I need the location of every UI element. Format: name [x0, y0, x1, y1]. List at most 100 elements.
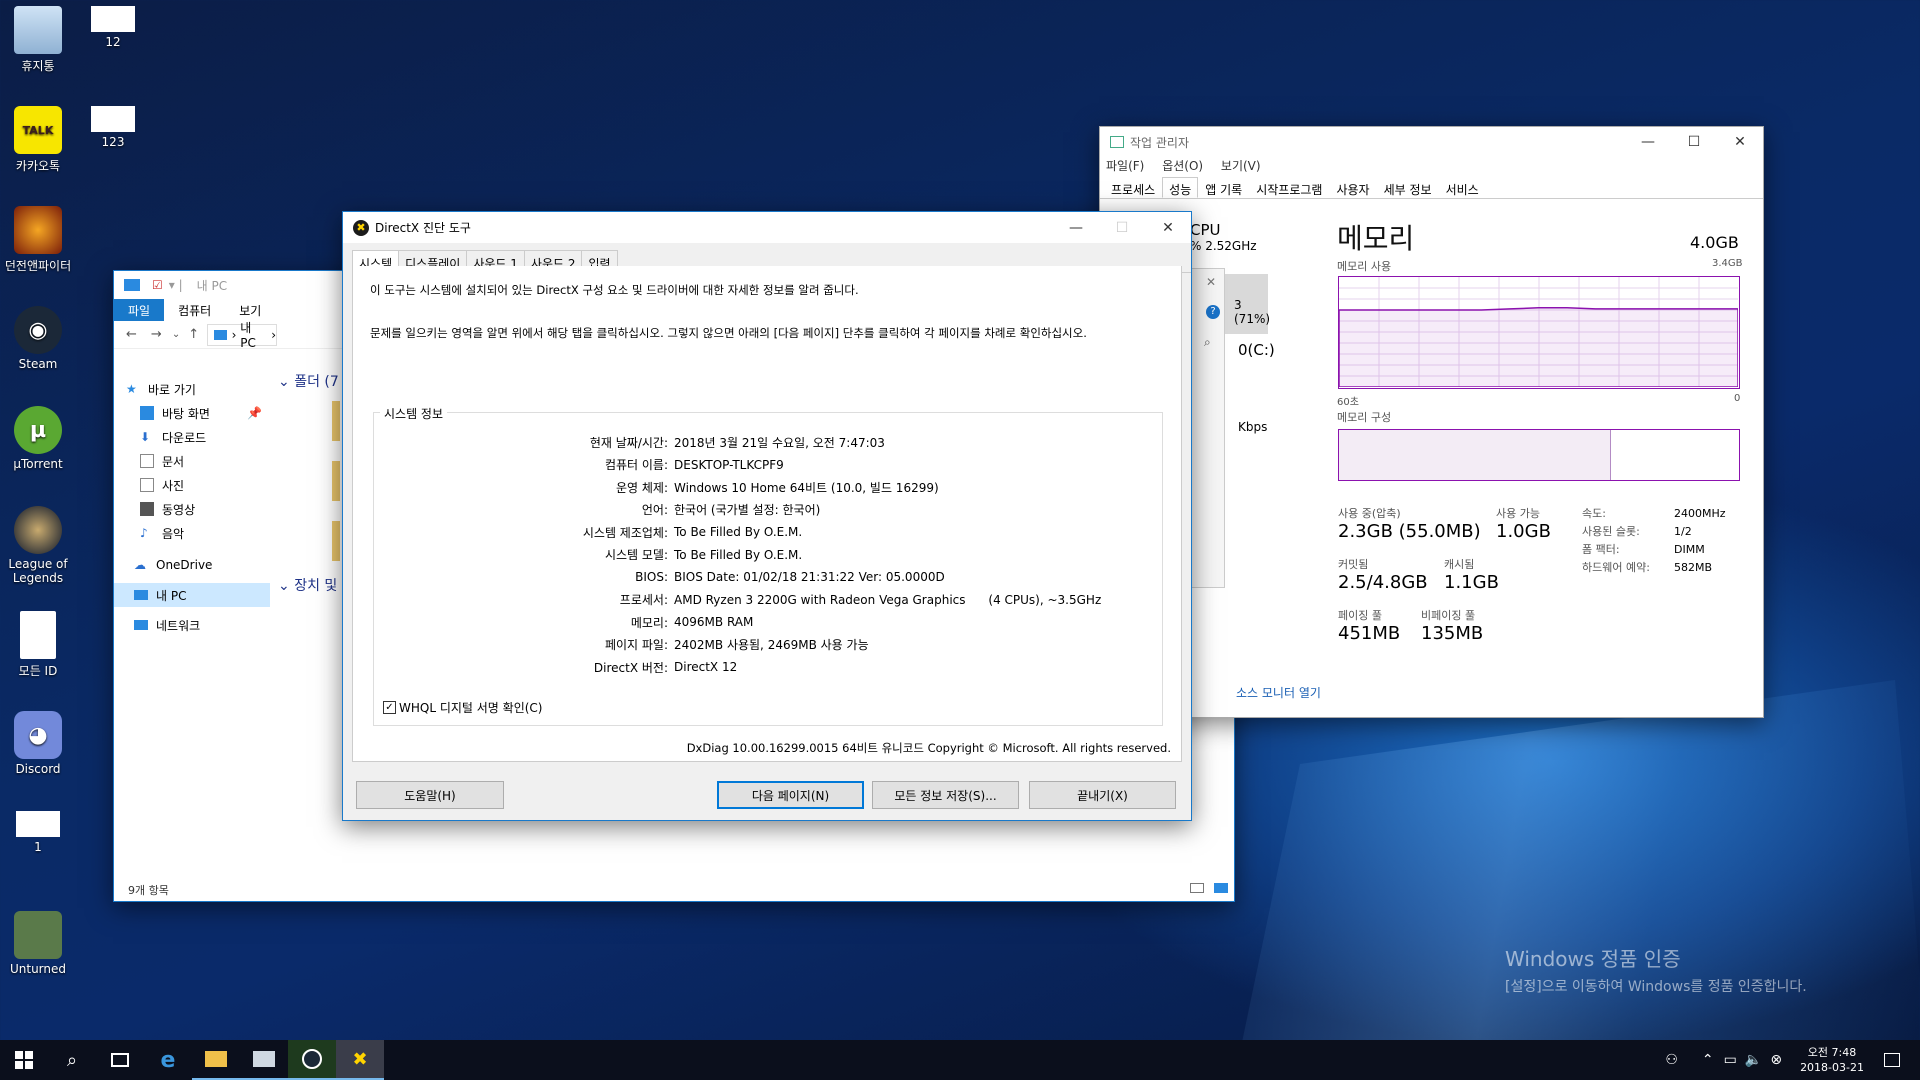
nav-item-pictures[interactable]: 사진	[114, 473, 270, 497]
tab-details[interactable]: 세부 정보	[1377, 177, 1439, 198]
nav-item-onedrive[interactable]: ☁ OneDrive	[114, 553, 270, 577]
notification-icon[interactable]	[1884, 1053, 1900, 1067]
desktop-icon[interactable]: Unturned	[0, 911, 76, 976]
pin-icon: 📌	[247, 406, 262, 420]
desktop-icon[interactable]: µ µTorrent	[0, 406, 76, 471]
ribbon-tab-computer[interactable]: 컴퓨터	[164, 299, 225, 321]
search-button[interactable]: ⌕	[48, 1040, 96, 1080]
desktop-icon[interactable]: ◕ Discord	[0, 711, 76, 776]
folder-icon[interactable]	[332, 461, 340, 501]
nav-item-network[interactable]: 네트워크	[114, 613, 270, 637]
desktop-icon[interactable]: League of Legends	[0, 506, 76, 585]
dxdiag-titlebar[interactable]: ✖ DirectX 진단 도구 — ☐ ✕	[343, 212, 1191, 243]
close-button[interactable]: ✕	[1717, 127, 1763, 157]
task-view-button[interactable]	[96, 1040, 144, 1080]
open-resource-monitor-link[interactable]: 소스 모니터 열기	[1236, 684, 1321, 701]
desktop-icon[interactable]: 1	[0, 811, 76, 854]
details-view-icon[interactable]	[1190, 883, 1204, 893]
taskbar-explorer[interactable]	[192, 1040, 240, 1080]
exit-button[interactable]: 끝내기(X)	[1029, 781, 1176, 809]
desktop-icon[interactable]: 12	[75, 6, 151, 49]
chevron-down-icon[interactable]: ⌄	[172, 329, 180, 340]
taskbar: ⌕ e ✖ ⚇ ⌃ ▭ 🔈 ⊗ 오전 7:48 2018-03-21	[0, 1040, 1920, 1080]
desktop-icon-label: 카카오톡	[15, 159, 61, 173]
system-info-row: DirectX 버전: DirectX 12	[374, 656, 1101, 679]
network-icon[interactable]: ▭	[1724, 1052, 1737, 1068]
section-folders[interactable]: ⌄ 폴더 (7	[278, 371, 339, 391]
recycle-bin-icon	[14, 6, 62, 54]
system-info-row: 시스템 모델: To Be Filled By O.E.M.	[374, 544, 1101, 567]
minimize-button[interactable]: —	[1625, 127, 1671, 157]
system-info-value: 4096MB RAM	[674, 615, 754, 630]
kakaotalk-icon: TALK	[14, 106, 62, 154]
address-bar[interactable]: › 내 PC ›	[207, 321, 278, 350]
desktop-icon[interactable]: TALK 카카오톡	[0, 106, 76, 174]
folder-icon[interactable]	[332, 521, 340, 561]
back-arrow-icon[interactable]: ←	[126, 327, 137, 342]
people-icon[interactable]: ⚇	[1665, 1052, 1678, 1068]
forward-arrow-icon[interactable]: →	[151, 327, 162, 342]
defender-icon[interactable]: ⊗	[1770, 1052, 1782, 1068]
volume-icon[interactable]: 🔈	[1745, 1052, 1762, 1068]
perf-item-disk[interactable]: 0(C:)	[1238, 341, 1275, 359]
section-devices[interactable]: ⌄ 장치 및	[278, 575, 337, 595]
tab-services[interactable]: 서비스	[1439, 177, 1486, 198]
computer-icon	[134, 590, 148, 600]
taskmgr-titlebar[interactable]: 작업 관리자 — ☐ ✕	[1100, 127, 1763, 157]
search-icon[interactable]: ⌕	[1204, 335, 1211, 350]
tab-startup[interactable]: 시작프로그램	[1249, 177, 1329, 198]
desktop-icon[interactable]: ◉ Steam	[0, 306, 76, 371]
taskbar-task-manager[interactable]	[240, 1040, 288, 1080]
folder-icon[interactable]	[332, 401, 340, 441]
help-button[interactable]: 도움말(H)	[356, 781, 504, 809]
menu-options[interactable]: 옵션(O)	[1162, 159, 1203, 173]
large-icons-view-icon[interactable]	[1214, 883, 1228, 893]
explorer-nav-pane: ★ 바로 가기 바탕 화면 📌 ⬇ 다운로드 문서 사진 동영상 ♪ 음악 ☁ OneDr…	[114, 377, 270, 637]
checkbox-icon[interactable]: ✓	[383, 701, 396, 714]
up-arrow-icon[interactable]: ↑	[188, 327, 199, 342]
save-all-info-button[interactable]: 모든 정보 저장(S)...	[872, 781, 1019, 809]
menu-view[interactable]: 보기(V)	[1221, 159, 1261, 173]
clock-time: 오전 7:48	[1807, 1046, 1857, 1059]
chevron-up-icon[interactable]: ⌃	[1702, 1052, 1714, 1068]
ribbon-tab-file[interactable]: 파일	[114, 299, 165, 321]
folder-icon	[205, 1051, 227, 1067]
menu-file[interactable]: 파일(F)	[1106, 159, 1144, 173]
maximize-button[interactable]: ☐	[1671, 127, 1717, 157]
perf-item-cpu[interactable]: CPU % 2.52GHz	[1190, 221, 1290, 253]
ribbon-tab-view[interactable]: 보기	[225, 299, 275, 321]
nav-item-documents[interactable]: 문서	[114, 449, 270, 473]
taskbar-dxdiag[interactable]: ✖	[336, 1040, 384, 1080]
nav-item-music[interactable]: ♪ 음악	[114, 521, 270, 545]
maximize-button: ☐	[1115, 219, 1129, 236]
tab-users[interactable]: 사용자	[1329, 177, 1376, 198]
next-page-button[interactable]: 다음 페이지(N)	[717, 781, 864, 809]
desktop-icon[interactable]: 123	[75, 106, 151, 149]
clock[interactable]: 오전 7:48 2018-03-21	[1800, 1045, 1864, 1075]
system-info-row: 현재 날짜/시간: 2018년 3월 21일 수요일, 오전 7:47:03	[374, 431, 1101, 454]
help-icon[interactable]: ?	[1206, 305, 1220, 319]
desktop-icon[interactable]: 던전앤파이터	[0, 206, 76, 274]
tab-app-history[interactable]: 앱 기록	[1198, 177, 1249, 198]
whql-checkbox[interactable]: ✓ WHQL 디지털 서명 확인(C)	[383, 699, 543, 716]
perf-item-ethernet[interactable]: Kbps	[1238, 420, 1267, 434]
nav-item-desktop[interactable]: 바탕 화면 📌	[114, 401, 270, 425]
close-button[interactable]: ✕	[1145, 212, 1191, 243]
start-button[interactable]	[0, 1040, 48, 1080]
nav-item-quick-access[interactable]: ★ 바로 가기	[114, 377, 270, 401]
desktop-icon[interactable]: 휴지통	[0, 6, 76, 74]
tab-processes[interactable]: 프로세스	[1104, 177, 1162, 198]
star-icon: ★	[126, 382, 137, 396]
taskbar-steam[interactable]	[288, 1040, 336, 1080]
nav-item-videos[interactable]: 동영상	[114, 497, 270, 521]
close-icon[interactable]: ✕	[1206, 275, 1216, 289]
picture-icon	[140, 478, 154, 492]
nav-item-this-pc[interactable]: 내 PC	[114, 583, 270, 607]
checkbox-icon[interactable]: ☑	[152, 278, 163, 292]
desktop-icon[interactable]: 모든 ID	[0, 611, 76, 679]
taskbar-edge[interactable]: e	[144, 1040, 192, 1080]
nav-item-downloads[interactable]: ⬇ 다운로드	[114, 425, 270, 449]
dxdiag-window[interactable]: ✖ DirectX 진단 도구 — ☐ ✕ 시스템 디스플레이 사운드 1 사운드 …	[342, 211, 1192, 821]
tab-performance[interactable]: 성능	[1162, 177, 1199, 198]
minimize-button[interactable]: —	[1053, 212, 1099, 243]
